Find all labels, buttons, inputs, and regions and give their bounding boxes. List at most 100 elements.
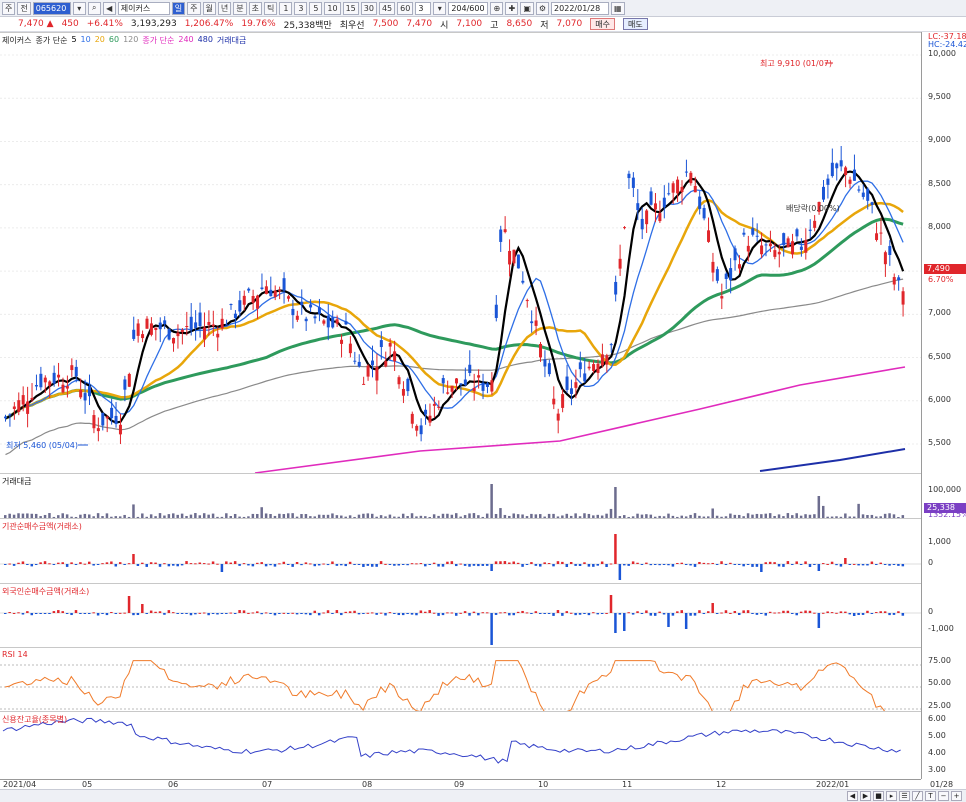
netbuy-bar — [123, 612, 126, 614]
minute-button-6[interactable]: 45 — [378, 1, 396, 15]
buy-button[interactable]: 매수 — [590, 18, 615, 30]
ma20-line — [5, 198, 904, 420]
netbuy-bar — [857, 613, 860, 616]
play-icon[interactable]: ▸ — [886, 791, 897, 801]
sell-button[interactable]: 매도 — [622, 18, 648, 30]
stock-code-input[interactable]: 065620 — [32, 1, 71, 15]
netbuy-bar — [782, 610, 785, 613]
zoom-icon[interactable]: ⊕ — [490, 1, 504, 15]
scroll-left-icon[interactable]: ◀ — [847, 791, 858, 801]
candle-body — [34, 385, 38, 387]
netbuy-bar — [861, 564, 865, 566]
period-day-button[interactable]: 일 — [171, 1, 186, 15]
zoom-in-icon[interactable]: + — [951, 791, 962, 801]
period-button-1[interactable]: 월 — [202, 1, 216, 15]
netbuy-bar — [751, 564, 754, 567]
minute-button-0[interactable]: 1 — [279, 1, 293, 15]
market-select[interactable]: 전 — [17, 1, 31, 15]
netbuy-bar — [229, 612, 232, 614]
candle-body — [136, 323, 140, 336]
netbuy-bar — [273, 613, 277, 616]
period-button-0[interactable]: 주 — [187, 1, 201, 15]
netbuy-bar — [397, 564, 401, 566]
netbuy-bar — [88, 613, 91, 614]
price-chart-panel[interactable]: 제이커스 종가 단순 5 10 20 60 120 종가 단순 240 480 … — [0, 32, 921, 474]
count-dropdown-icon[interactable]: ▾ — [433, 1, 447, 15]
stop-icon[interactable]: ■ — [873, 791, 884, 801]
chart-type-icon[interactable]: ☰ — [899, 791, 910, 801]
date-input[interactable]: 2022/01/28 — [551, 1, 610, 15]
zoom-out-icon[interactable]: − — [938, 791, 949, 801]
foreign-panel[interactable]: 외국인순매수금액(거래소) — [0, 583, 921, 647]
volume-panel[interactable]: 거래대금 — [0, 473, 921, 518]
gear-icon[interactable]: ⚙ — [535, 1, 550, 15]
candle-body — [401, 388, 405, 396]
netbuy-bar — [499, 561, 502, 564]
netbuy-bar — [428, 564, 431, 565]
search-icon[interactable]: ⌕ — [87, 1, 101, 15]
candle-body — [901, 291, 905, 305]
scroll-right-icon[interactable]: ▶ — [860, 791, 871, 801]
draw-tool-icon[interactable]: ╱ — [912, 791, 923, 801]
netbuy-bar — [92, 612, 95, 614]
minute-button-4[interactable]: 15 — [342, 1, 359, 15]
prev-stock-icon[interactable]: ◀ — [102, 1, 116, 15]
period-button-4[interactable]: 초 — [248, 1, 262, 15]
legend-ma240: 240 — [178, 35, 194, 44]
netbuy-bar — [751, 613, 754, 614]
netbuy-bar — [720, 612, 723, 614]
ma5-line — [5, 170, 905, 424]
candle-body — [468, 364, 472, 374]
candle-body — [12, 406, 16, 409]
candle-body — [242, 295, 246, 305]
netbuy-bar — [154, 611, 157, 613]
period-button-2[interactable]: 년 — [217, 1, 232, 15]
netbuy-bar — [384, 563, 387, 565]
netbuy-bar — [707, 563, 710, 565]
range-input[interactable]: 204/600 — [448, 1, 489, 15]
rsi-panel[interactable]: RSI 14 — [0, 647, 921, 712]
netbuy-bar — [707, 611, 710, 613]
period-button-3[interactable]: 분 — [233, 1, 247, 15]
dropdown-arrow-icon[interactable]: ▾ — [72, 1, 86, 15]
candle-body — [225, 324, 229, 326]
credit-tick-0: 6.00 — [928, 714, 946, 723]
count-input[interactable]: 3 — [415, 1, 432, 15]
candle-body — [600, 354, 604, 366]
minute-button-5[interactable]: 30 — [360, 1, 377, 15]
candle-body — [631, 177, 635, 188]
rsi-axis: 75.00 50.00 25.00 — [921, 647, 966, 711]
rsi-tick-1: 50.00 — [928, 678, 951, 687]
crosshair-icon[interactable]: ✚ — [505, 1, 519, 15]
netbuy-bar — [791, 564, 794, 566]
netbuy-bar — [574, 564, 577, 566]
text-tool-icon[interactable]: T — [925, 791, 936, 801]
candle-body — [101, 412, 105, 426]
minute-button-2[interactable]: 5 — [309, 1, 323, 15]
save-icon[interactable]: ▣ — [520, 1, 534, 15]
low-label: 저 — [540, 20, 549, 31]
institution-panel[interactable]: 기관순매수금액(거래소) — [0, 518, 921, 583]
netbuy-bar — [574, 613, 577, 616]
candle-body — [662, 197, 666, 208]
calendar-icon[interactable]: ▦ — [611, 1, 625, 15]
candle-body — [362, 383, 366, 385]
netbuy-bar — [565, 611, 569, 613]
netbuy-bar — [481, 612, 485, 614]
stock-name-field[interactable]: 제이커스 — [117, 1, 170, 15]
netbuy-bar — [490, 564, 493, 571]
minute-button-1[interactable]: 3 — [294, 1, 308, 15]
period-button-5[interactable]: 틱 — [264, 1, 278, 15]
netbuy-bar — [415, 563, 418, 565]
netbuy-bar — [428, 610, 431, 613]
netbuy-bar — [742, 610, 745, 613]
credit-panel[interactable]: 신용잔고율(종목별) — [0, 711, 921, 779]
minute-button-7[interactable]: 60 — [397, 1, 414, 15]
menu-button[interactable]: 주 — [2, 1, 16, 15]
legend-ma10: 10 — [80, 35, 91, 44]
netbuy-bar — [583, 613, 586, 614]
volume-bar — [499, 508, 502, 518]
minute-button-3[interactable]: 10 — [324, 1, 341, 15]
netbuy-bar — [357, 564, 361, 565]
candle-body — [715, 269, 719, 281]
